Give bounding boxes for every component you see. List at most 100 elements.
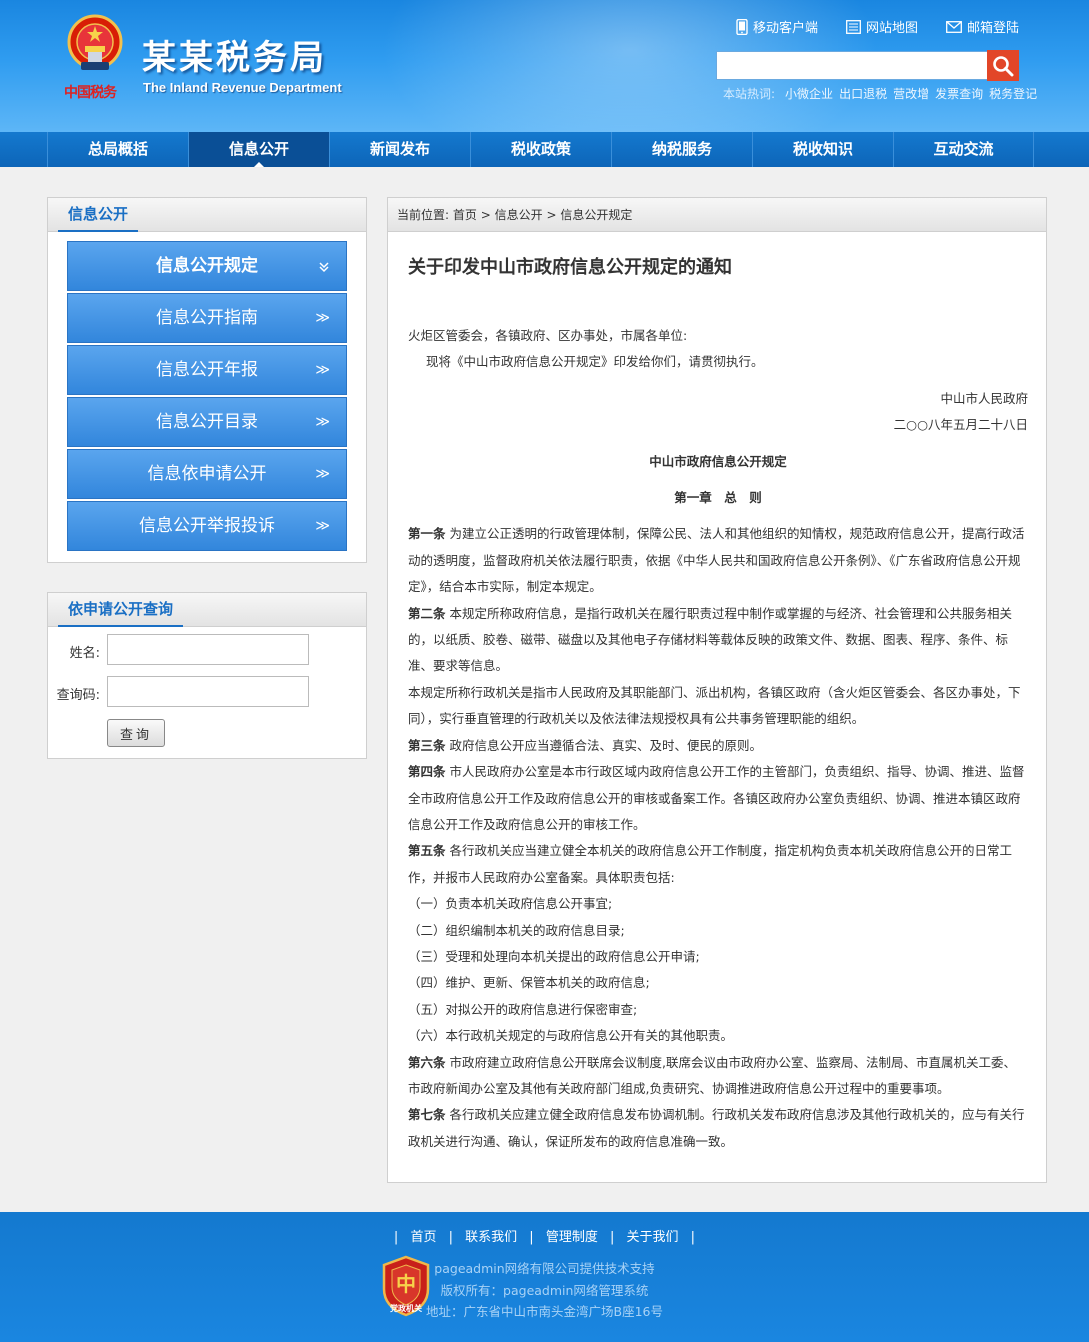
article-paragraph: 第七条 各行政机关应建立健全政府信息发布协调机制。行政机关发布政府信息涉及其他行… [408,1107,1025,1149]
list-item: （一）负责本机关政府信息公开事宜; [408,896,613,912]
national-emblem-icon [67,14,123,70]
chevron-right-icon: ≫ [315,310,330,326]
query-code-input[interactable] [107,676,309,707]
hot-word-link[interactable]: 营改增 [893,85,929,102]
list-item: （二）组织编制本机关的政府信息目录; [408,922,625,938]
sidebar-item-label: 信息公开目录 [156,412,258,432]
nav-item-interaction[interactable]: 互动交流 [893,132,1034,167]
mobile-icon [736,18,748,35]
query-button[interactable]: 查询 [107,719,165,747]
query-box: 依申请公开查询 姓名: 查询码: 查询 [47,592,367,759]
breadcrumb: 当前位置: 首页 > 信息公开 > 信息公开规定 [388,198,1046,232]
query-box-header: 依申请公开查询 [48,593,366,627]
nav-item-overview[interactable]: 总局概括 [47,132,188,167]
hot-word-link[interactable]: 出口退税 [839,85,887,102]
article-head: 第六条 [408,1054,446,1070]
article-paragraph: 本规定所称行政机关是指市人民政府及其职能部门、派出机构，各镇区政府（含火炬区管委… [408,684,1021,727]
top-links: 移动客户端 网站地图 邮箱登陆 [736,17,1019,36]
footer-link-contact[interactable]: 联系我们 [465,1230,517,1245]
document-title: 中山市政府信息公开规定 [649,453,787,469]
signer: 中山市人民政府 [940,390,1028,406]
sidebar-item-label: 信息公开举报投诉 [139,516,275,536]
hot-word-link[interactable]: 小微企业 [785,85,833,102]
top-link-mail-label: 邮箱登陆 [966,21,1019,36]
breadcrumb-home[interactable]: 首页 [453,208,477,222]
query-box-title: 依申请公开查询 [58,593,184,627]
breadcrumb-info[interactable]: 信息公开 [495,208,543,222]
sidebar-item-label: 信息公开规定 [156,256,258,276]
site-title: 某某税务局 [142,38,327,78]
sidebar-item-catalog[interactable]: 信息公开目录 ≫ [67,397,347,447]
breadcrumb-sep: > [480,208,491,222]
top-link-mobile-label: 移动客户端 [752,21,818,36]
hot-word-link[interactable]: 发票查询 [935,85,983,102]
list-item: （四）维护、更新、保管本机关的政府信息; [408,975,650,991]
top-link-sitemap[interactable]: 网站地图 [846,17,918,36]
sidebar-item-apply[interactable]: 信息依申请公开 ≫ [67,449,347,499]
breadcrumb-label: 当前位置: [397,208,450,222]
chevron-down-icon [319,262,329,273]
sidebar-item-rules[interactable]: 信息公开规定 [67,241,347,291]
hot-word-link[interactable]: 税务登记 [989,85,1037,102]
site-subtitle: The Inland Revenue Department [143,80,342,95]
article-paragraph: 第四条 市人民政府办公室是本市行政区域内政府信息公开工作的主管部门，负责组织、指… [408,764,1025,832]
footer-link-about[interactable]: 关于我们 [627,1230,679,1245]
name-input[interactable] [107,634,309,665]
article-paragraph: 第三条 政府信息公开应当遵循合法、真实、及时、便民的原则。 [408,737,763,753]
site-footer: | 首页 | 联系我们 | 管理制度 | 关于我们 | 中 党政机关 pagea… [0,1212,1089,1342]
list-item: （五）对拟公开的政府信息进行保密审查; [408,1001,638,1017]
footer-link-rules[interactable]: 管理制度 [546,1230,598,1245]
breadcrumb-sep: > [546,208,557,222]
top-link-sitemap-label: 网站地图 [865,21,918,36]
article-head: 第四条 [408,764,446,780]
site-header: 中国税务 某某税务局 The Inland Revenue Department… [0,0,1089,132]
footer-support: pageadmin网络有限公司提供技术支持 [434,1261,655,1276]
sidebar-menu-box: 信息公开 信息公开规定 信息公开指南 ≫ 信息公开年报 ≫ 信息公开目录 ≫ 信… [47,197,367,563]
emblem-caption: 中国税务 [64,85,117,101]
nav-item-tax-policy[interactable]: 税收政策 [470,132,611,167]
article-head: 第一条 [408,526,446,542]
search-input[interactable] [716,51,988,80]
article-body: 火炬区管委会，各镇政府、区办事处，市属各单位: 现将《中山市政府信息公开规定》印… [408,323,1028,1155]
search-icon [993,55,1014,76]
article-paragraph: 第一条 为建立公正透明的行政管理体制，保障公民、法人和其他组织的知情权，规范政府… [408,526,1025,595]
article-head: 第五条 [408,843,446,859]
name-label: 姓名: [69,646,100,661]
breadcrumb-current[interactable]: 信息公开规定 [560,208,632,222]
article-paragraph: 第二条 本规定所称政府信息，是指行政机关在履行职责过程中制作或掌握的与经济、社会… [408,605,1013,674]
footer-link-home[interactable]: 首页 [410,1230,436,1245]
article-head: 第七条 [408,1107,446,1123]
article-paragraph: 第六条 市政府建立政府信息公开联席会议制度,联席会议由市政府办公室、监察局、法制… [408,1054,1016,1096]
article-head: 第二条 [408,605,446,621]
article-title: 关于印发中山市政府信息公开规定的通知 [408,257,732,278]
addressee: 火炬区管委会，各镇政府、区办事处，市属各单位: [408,328,688,343]
sidebar-item-label: 信息公开年报 [156,360,258,380]
chapter-heading: 第一章 总 则 [674,490,762,506]
footer-links: | 首页 | 联系我们 | 管理制度 | 关于我们 | [393,1230,696,1245]
top-link-mail[interactable]: 邮箱登陆 [946,17,1019,36]
main-nav: 总局概括 信息公开 新闻发布 税收政策 纳税服务 税收知识 互动交流 [0,132,1089,167]
nav-item-info-disclosure[interactable]: 信息公开 [188,132,329,167]
search-button[interactable] [987,50,1019,81]
chevron-right-icon: ≫ [315,518,330,534]
nav-item-tax-service[interactable]: 纳税服务 [611,132,752,167]
nav-item-tax-knowledge[interactable]: 税收知识 [752,132,893,167]
sidebar-menu-header: 信息公开 [48,198,366,232]
sidebar-menu-title: 信息公开 [58,198,139,232]
sidebar-item-guide[interactable]: 信息公开指南 ≫ [67,293,347,343]
issue-date: 二○○八年五月二十八日 [893,417,1028,433]
sitemap-icon [846,19,861,34]
sidebar-item-complaint[interactable]: 信息公开举报投诉 ≫ [67,501,347,551]
sidebar-item-annual-report[interactable]: 信息公开年报 ≫ [67,345,347,395]
intro-paragraph: 现将《中山市政府信息公开规定》印发给你们，请贯彻执行。 [426,354,764,370]
article-paragraph: 第五条 各行政机关应当建立健全本机关的政府信息公开工作制度，指定机构负责本机关政… [408,843,1013,885]
top-link-mobile[interactable]: 移动客户端 [736,17,818,36]
hot-words-label: 本站热词: [723,87,776,101]
list-item: （六）本行政机关规定的与政府信息公开有关的其他职责。 [408,1028,734,1044]
mail-icon [946,20,962,33]
article-panel: 当前位置: 首页 > 信息公开 > 信息公开规定 关于印发中山市政府信息公开规定… [387,197,1047,1183]
code-label: 查询码: [56,688,100,703]
sidebar-item-label: 信息公开指南 [156,308,258,328]
chevron-right-icon: ≫ [315,362,330,378]
nav-item-news[interactable]: 新闻发布 [329,132,470,167]
